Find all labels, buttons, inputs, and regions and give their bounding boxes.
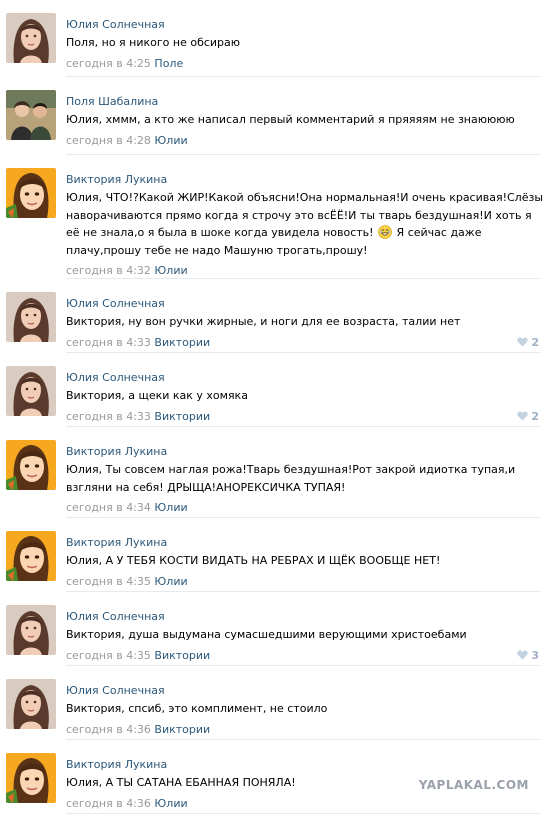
heart-icon	[517, 649, 531, 662]
watermark: YAPLAKAL.COM	[418, 778, 529, 792]
like-button[interactable]: 2	[517, 410, 539, 423]
avatar[interactable]	[6, 440, 56, 490]
reply-to-link[interactable]: Виктории	[154, 723, 210, 736]
comment-text: Юлия, хммм, а кто же написал первый комм…	[66, 113, 515, 126]
comment-author-link[interactable]: Юлия Солнечная	[66, 610, 165, 623]
comment-author-link[interactable]: Юлия Солнечная	[66, 684, 165, 697]
comment-meta: сегодня в 4:34 Юлии	[66, 501, 188, 514]
avatar[interactable]	[6, 753, 56, 803]
reply-to-link[interactable]: Юлии	[154, 797, 187, 810]
comment-date[interactable]: сегодня в 4:34	[66, 501, 151, 514]
comment-item: Виктория Лукина Юлия, Ты совсем наглая ро…	[0, 427, 555, 518]
avatar[interactable]	[6, 366, 56, 416]
comment-meta: сегодня в 4:36 Юлии	[66, 797, 188, 810]
comment-author-link[interactable]: Юлия Солнечная	[66, 18, 165, 31]
avatar[interactable]	[6, 605, 56, 655]
comment-text: Юлия, А У ТЕБЯ КОСТИ ВИДАТЬ НА РЕБРАХ И …	[66, 554, 441, 567]
like-count: 3	[531, 648, 539, 662]
comment-item: Виктория Лукина Юлия, ЧТО!?Какой ЖИР!Како…	[0, 155, 555, 279]
comment-item: Виктория Лукина Юлия, А ТЫ САТАНА ЕБАННАЯ…	[0, 740, 555, 814]
comment-meta: сегодня в 4:35 Виктории	[66, 649, 210, 662]
avatar[interactable]	[6, 13, 56, 63]
comment-item: Поля Шабалина Юлия, хммм, а кто же написа…	[0, 77, 555, 155]
avatar[interactable]	[6, 679, 56, 729]
comment-text: Виктория, душа выдумана сумасшедшими вер…	[66, 628, 467, 641]
comment-meta: сегодня в 4:33 Виктории	[66, 410, 210, 423]
comment-date[interactable]: сегодня в 4:32	[66, 264, 151, 277]
comment-text: Виктория, спсиб, это комплимент, не стои…	[66, 702, 328, 715]
comment-author-link[interactable]: Виктория Лукина	[66, 536, 167, 549]
comment-item: Юлия Солнечная Виктория, спсиб, это компл…	[0, 666, 555, 740]
heart-icon	[517, 336, 531, 349]
comment-author-link[interactable]: Виктория Лукина	[66, 445, 167, 458]
reply-to-link[interactable]: Виктории	[154, 649, 210, 662]
reply-to-link[interactable]: Юлии	[154, 501, 187, 514]
comment-date[interactable]: сегодня в 4:28	[66, 134, 151, 147]
comment-date[interactable]: сегодня в 4:33	[66, 336, 151, 349]
comment-item: Юлия Солнечная Виктория, душа выдумана су…	[0, 592, 555, 666]
like-button[interactable]: 2	[517, 336, 539, 349]
comment-date[interactable]: сегодня в 4:25	[66, 57, 151, 70]
comment-author-link[interactable]: Юлия Солнечная	[66, 371, 165, 384]
avatar[interactable]	[6, 531, 56, 581]
reply-to-link[interactable]: Юлии	[154, 575, 187, 588]
comment-text: Виктория, а щеки как у хомяка	[66, 389, 248, 402]
comment-meta: сегодня в 4:35 Юлии	[66, 575, 188, 588]
like-count: 2	[531, 335, 539, 349]
comment-item: Юлия Солнечная Поля, но я никого не обсир…	[0, 0, 555, 77]
comment-text: Юлия, Ты совсем наглая рожа!Тварь бездуш…	[66, 463, 516, 494]
comment-text: Юлия, ЧТО!?Какой ЖИР!Какой объясни!Она н…	[66, 189, 546, 259]
comment-meta: сегодня в 4:25 Поле	[66, 57, 183, 70]
avatar[interactable]	[6, 90, 56, 140]
like-count: 2	[531, 409, 539, 423]
laughing-emoji-icon	[377, 225, 393, 239]
like-button[interactable]: 3	[517, 649, 539, 662]
comment-date[interactable]: сегодня в 4:36	[66, 723, 151, 736]
comment-item: Юлия Солнечная Виктория, ну вон ручки жир…	[0, 279, 555, 353]
heart-icon	[517, 410, 531, 423]
reply-to-link[interactable]: Поле	[154, 57, 183, 70]
comment-author-link[interactable]: Поля Шабалина	[66, 95, 158, 108]
comment-date[interactable]: сегодня в 4:35	[66, 575, 151, 588]
reply-to-link[interactable]: Виктории	[154, 336, 210, 349]
reply-to-link[interactable]: Юлии	[154, 264, 187, 277]
comment-text: Поля, но я никого не обсираю	[66, 36, 241, 49]
reply-to-link[interactable]: Юлии	[154, 134, 187, 147]
avatar[interactable]	[6, 292, 56, 342]
comment-meta: сегодня в 4:36 Виктории	[66, 723, 210, 736]
comment-date[interactable]: сегодня в 4:36	[66, 797, 151, 810]
comment-text: Виктория, ну вон ручки жирные, и ноги дл…	[66, 315, 461, 328]
reply-to-link[interactable]: Виктории	[154, 410, 210, 423]
avatar[interactable]	[6, 168, 56, 218]
comment-meta: сегодня в 4:32 Юлии	[66, 264, 188, 277]
comment-meta: сегодня в 4:28 Юлии	[66, 134, 188, 147]
comment-author-link[interactable]: Виктория Лукина	[66, 758, 167, 771]
comment-meta: сегодня в 4:33 Виктории	[66, 336, 210, 349]
comment-author-link[interactable]: Юлия Солнечная	[66, 297, 165, 310]
comment-item: Юлия Солнечная Виктория, а щеки как у хом…	[0, 353, 555, 427]
comment-date[interactable]: сегодня в 4:33	[66, 410, 151, 423]
comment-item: Виктория Лукина Юлия, А У ТЕБЯ КОСТИ ВИДА…	[0, 518, 555, 592]
comment-author-link[interactable]: Виктория Лукина	[66, 173, 167, 186]
comment-date[interactable]: сегодня в 4:35	[66, 649, 151, 662]
